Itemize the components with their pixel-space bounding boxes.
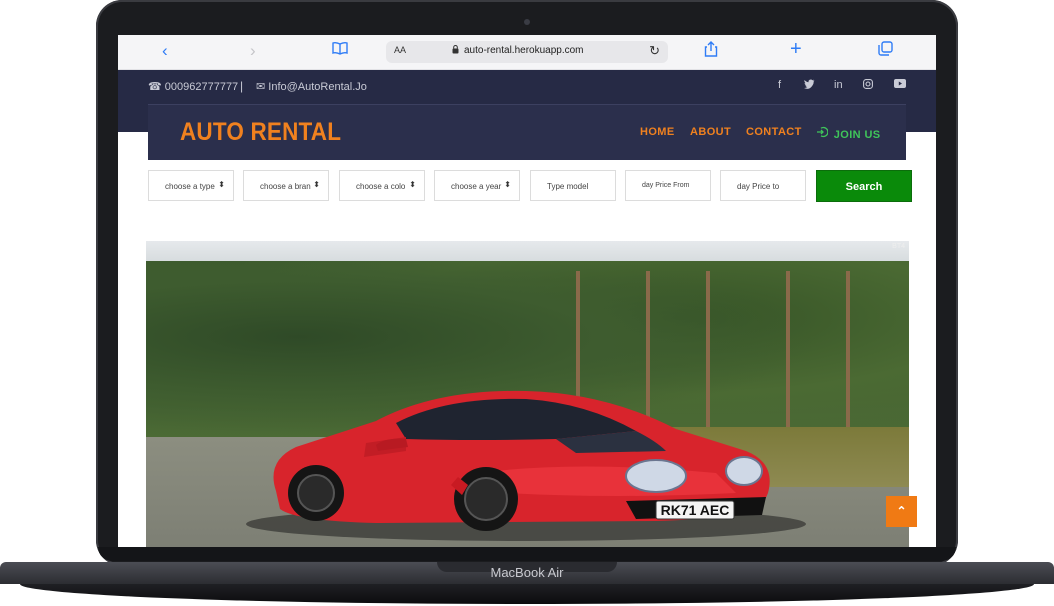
new-tab-icon[interactable]: + bbox=[790, 39, 802, 59]
select-arrows-icon: ⬍ bbox=[313, 180, 320, 189]
browser-toolbar: ‹ › AA auto-rental.herokuapp.com ↻ + bbox=[118, 35, 936, 70]
color-select[interactable]: choose a colo ⬍ bbox=[339, 170, 425, 201]
nav-about[interactable]: ABOUT bbox=[690, 126, 731, 138]
base-bottom bbox=[20, 584, 1034, 604]
address-bar[interactable]: AA auto-rental.herokuapp.com ↻ bbox=[386, 41, 668, 63]
type-select-value: choose a type bbox=[165, 182, 215, 191]
license-plate: RK71 AEC bbox=[661, 502, 730, 518]
linkedin-icon[interactable]: in bbox=[834, 79, 843, 91]
back-chevron-icon[interactable]: ‹ bbox=[162, 41, 168, 61]
select-arrows-icon: ⬍ bbox=[218, 180, 225, 189]
reload-icon[interactable]: ↻ bbox=[649, 43, 660, 59]
contact-bar: ☎ 000962777777 | ✉ Info@AutoRental.Jo f … bbox=[118, 70, 936, 104]
type-select[interactable]: choose a type ⬍ bbox=[148, 170, 234, 201]
site-header: AUTO RENTAL HOME ABOUT CONTACT JOIN US bbox=[148, 104, 906, 160]
year-select-value: choose a year bbox=[451, 182, 502, 191]
reader-aa[interactable]: AA bbox=[394, 45, 406, 55]
price-to-placeholder: day Price to bbox=[737, 182, 780, 191]
facebook-icon[interactable]: f bbox=[778, 79, 781, 91]
model-input[interactable]: Type model bbox=[530, 170, 616, 201]
select-arrows-icon: ⬍ bbox=[504, 180, 511, 189]
mail-icon: ✉ bbox=[256, 81, 266, 93]
price-to-input[interactable]: day Price to bbox=[720, 170, 806, 201]
instagram-icon[interactable] bbox=[863, 79, 873, 92]
email-contact[interactable]: ✉ Info@AutoRental.Jo bbox=[256, 80, 367, 93]
tabs-icon[interactable] bbox=[878, 41, 893, 62]
brand-select[interactable]: choose a bran ⬍ bbox=[243, 170, 329, 201]
model-label: MacBook Air bbox=[490, 565, 564, 580]
screen-bezel bbox=[98, 547, 956, 561]
laptop-base: MacBook Air bbox=[0, 562, 1054, 606]
hero-image: RK71 AEC BT4 bbox=[146, 241, 909, 547]
contact-separator: | bbox=[240, 79, 244, 93]
color-select-value: choose a colo bbox=[356, 182, 406, 191]
search-button[interactable]: Search bbox=[816, 170, 912, 202]
brand-select-value: choose a bran bbox=[260, 182, 311, 191]
tree-trunk bbox=[846, 271, 850, 441]
book-icon[interactable] bbox=[332, 41, 348, 61]
tree-trunk bbox=[786, 271, 790, 441]
phone-icon: ☎ bbox=[148, 81, 162, 93]
nav-join-label: JOIN US bbox=[833, 129, 881, 141]
year-select[interactable]: choose a year ⬍ bbox=[434, 170, 520, 201]
share-icon[interactable] bbox=[704, 41, 718, 63]
red-sports-car: RK71 AEC bbox=[273, 390, 770, 531]
nav-join-us[interactable]: JOIN US bbox=[816, 126, 881, 141]
phone-number: 000962777777 bbox=[164, 81, 239, 93]
twitter-icon[interactable] bbox=[804, 79, 815, 92]
screen: ‹ › AA auto-rental.herokuapp.com ↻ + ☎ 0… bbox=[118, 35, 936, 547]
url-text[interactable]: auto-rental.herokuapp.com bbox=[464, 45, 584, 56]
scroll-to-top-button[interactable]: ⌃ bbox=[886, 496, 917, 527]
youtube-icon[interactable] bbox=[894, 79, 906, 91]
phone-contact[interactable]: ☎ 000962777777 bbox=[148, 80, 238, 93]
price-from-input[interactable]: day Price From bbox=[625, 170, 711, 201]
email-address: Info@AutoRental.Jo bbox=[268, 81, 367, 93]
lock-icon bbox=[452, 45, 459, 56]
site-logo[interactable]: AUTO RENTAL bbox=[180, 118, 341, 147]
double-chevron-up-icon: ⌃ bbox=[896, 504, 907, 518]
forward-chevron-icon[interactable]: › bbox=[250, 41, 256, 61]
sign-in-icon bbox=[816, 126, 832, 141]
price-from-placeholder: day Price From bbox=[642, 182, 690, 189]
model-input-placeholder: Type model bbox=[547, 182, 589, 191]
image-badge: BT4 bbox=[892, 243, 905, 250]
nav-contact[interactable]: CONTACT bbox=[746, 126, 802, 138]
select-arrows-icon: ⬍ bbox=[409, 180, 416, 189]
camera-icon bbox=[524, 19, 530, 25]
nav-home[interactable]: HOME bbox=[640, 126, 675, 138]
